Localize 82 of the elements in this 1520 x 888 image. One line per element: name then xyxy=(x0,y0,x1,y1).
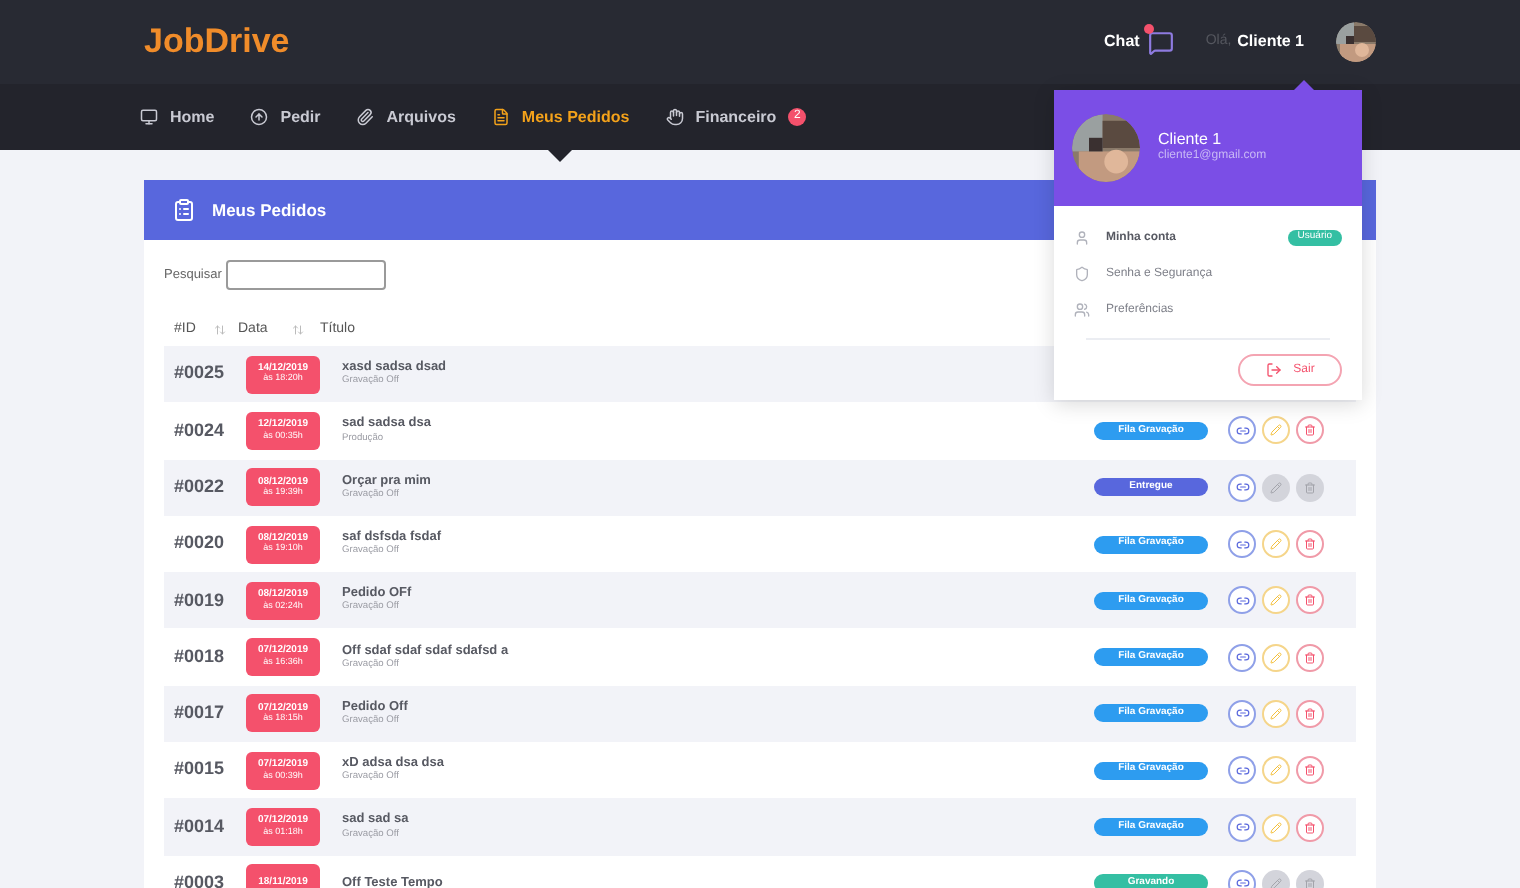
edit-button[interactable] xyxy=(1262,756,1290,785)
link-icon xyxy=(1235,820,1249,835)
link-icon xyxy=(1235,706,1249,721)
trash-icon xyxy=(1304,538,1316,551)
pencil-icon xyxy=(1270,821,1282,834)
nav-item[interactable]: Meus Pedidos xyxy=(491,84,630,150)
user-icon xyxy=(1074,230,1090,246)
sort-icon[interactable] xyxy=(292,324,304,336)
delete-button[interactable] xyxy=(1296,756,1324,785)
user-name[interactable]: Cliente 1 xyxy=(1237,30,1304,54)
order-id: #0015 xyxy=(172,756,227,783)
trash-icon xyxy=(1304,877,1316,888)
sort-icon[interactable] xyxy=(214,324,226,336)
order-id: #0020 xyxy=(172,530,227,557)
edit-button[interactable] xyxy=(1262,586,1290,615)
link-button[interactable] xyxy=(1228,473,1256,502)
nav-item[interactable]: Pedir xyxy=(250,84,321,150)
delete-button[interactable] xyxy=(1296,699,1324,728)
pencil-icon xyxy=(1270,651,1282,664)
order-id: #0017 xyxy=(172,700,227,727)
upload-icon xyxy=(250,108,269,126)
pencil-icon xyxy=(1270,594,1282,607)
link-icon xyxy=(1235,593,1249,608)
trash-icon xyxy=(1304,424,1316,437)
trash-icon xyxy=(1304,481,1316,494)
order-id: #0025 xyxy=(172,360,227,387)
link-button[interactable] xyxy=(1228,699,1256,728)
search-field[interactable] xyxy=(225,260,386,290)
link-icon xyxy=(1235,650,1249,665)
chat-link[interactable]: Chat xyxy=(1104,30,1140,54)
document-icon xyxy=(491,108,510,126)
logout-icon xyxy=(1265,362,1282,378)
link-button[interactable] xyxy=(1228,586,1256,615)
menu-user-name: Cliente 1 xyxy=(1158,129,1224,149)
trash-icon xyxy=(1304,651,1316,664)
link-button[interactable] xyxy=(1228,416,1256,445)
order-id: #0019 xyxy=(172,587,227,614)
link-icon xyxy=(1235,480,1249,495)
trash-icon xyxy=(1304,707,1316,720)
order-id: #0018 xyxy=(172,643,227,670)
nav-item[interactable]: Arquivos xyxy=(356,84,456,150)
edit-button[interactable] xyxy=(1262,530,1290,559)
trash-icon xyxy=(1304,821,1316,834)
edit-button[interactable] xyxy=(1262,643,1290,672)
logo[interactable]: JobDrive xyxy=(144,16,290,68)
pencil-icon xyxy=(1270,877,1282,888)
order-id: #0022 xyxy=(172,473,227,500)
trash-icon xyxy=(1304,764,1316,777)
edit-button[interactable] xyxy=(1262,416,1290,445)
list-icon xyxy=(172,198,196,222)
shield-icon xyxy=(1074,266,1090,282)
link-icon xyxy=(1235,423,1249,438)
trash-icon xyxy=(1304,594,1316,607)
order-id: #0003 xyxy=(172,870,227,888)
monitor-icon xyxy=(140,108,158,126)
delete-button[interactable] xyxy=(1296,416,1324,445)
paperclip-icon xyxy=(356,108,375,126)
pencil-icon xyxy=(1270,424,1282,437)
link-button[interactable] xyxy=(1228,756,1256,785)
pencil-icon xyxy=(1270,764,1282,777)
edit-button[interactable] xyxy=(1262,813,1290,842)
order-id: #0014 xyxy=(172,813,227,840)
link-button[interactable] xyxy=(1228,813,1256,842)
link-button[interactable] xyxy=(1228,530,1256,559)
card-title: Meus Pedidos xyxy=(212,197,327,223)
users-icon xyxy=(1074,302,1090,318)
delete-button[interactable] xyxy=(1296,586,1324,615)
pencil-icon xyxy=(1270,538,1282,551)
chat-icon[interactable] xyxy=(1147,29,1174,55)
delete-button[interactable] xyxy=(1296,643,1324,672)
hand-icon xyxy=(665,108,684,126)
edit-button[interactable] xyxy=(1262,699,1290,728)
order-id: #0024 xyxy=(172,417,227,444)
delete-button[interactable] xyxy=(1296,530,1324,559)
link-button[interactable] xyxy=(1228,643,1256,672)
delete-button[interactable] xyxy=(1296,813,1324,842)
pencil-icon xyxy=(1270,707,1282,720)
pencil-icon xyxy=(1270,481,1282,494)
link-icon xyxy=(1235,763,1249,778)
link-icon xyxy=(1235,876,1249,888)
link-icon xyxy=(1235,537,1249,552)
nav-item[interactable]: Home xyxy=(140,84,215,150)
